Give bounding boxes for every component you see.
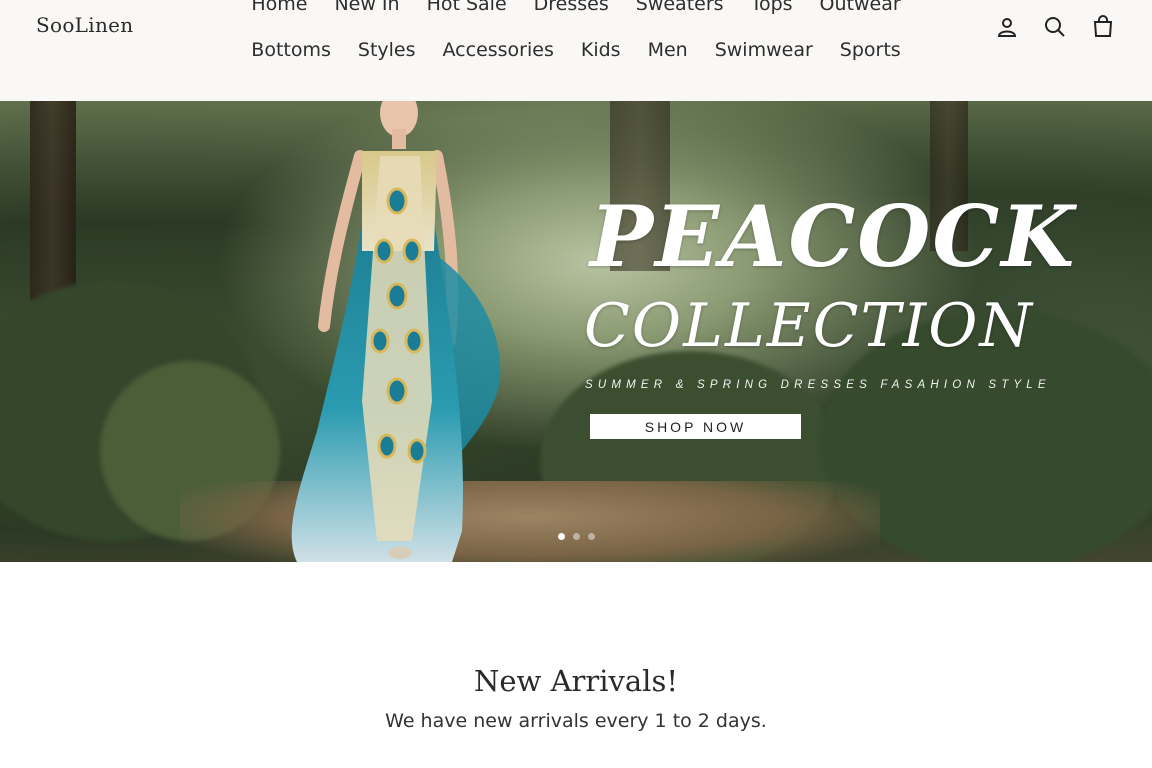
slideshow-dots [558, 533, 595, 540]
nav-item-outwear[interactable]: Outwear [820, 0, 901, 17]
model-image [291, 101, 501, 562]
account-icon[interactable] [994, 14, 1020, 40]
nav-item-styles[interactable]: Styles [358, 37, 416, 63]
shop-now-button[interactable]: SHOP NOW [590, 414, 801, 439]
nav-item-hot-sale[interactable]: Hot Sale [427, 0, 507, 17]
nav-item-men[interactable]: Men [648, 37, 688, 63]
nav-item-kids[interactable]: Kids [581, 37, 621, 63]
nav-item-swimwear[interactable]: Swimwear [715, 37, 813, 63]
slide-dot-3[interactable] [588, 533, 595, 540]
nav-item-accessories[interactable]: Accessories [443, 37, 554, 63]
slide-dot-1[interactable] [558, 533, 565, 540]
hero-banner[interactable]: PEACOCK COLLECTION SUMMER & SPRING DRESS… [0, 101, 1152, 562]
header-icons [994, 14, 1116, 40]
new-arrivals-title: New Arrivals! [473, 664, 678, 698]
main-nav-row-2: Bottoms Styles Accessories Kids Men Swim… [0, 37, 1152, 63]
nav-item-home[interactable]: Home [251, 0, 307, 17]
nav-item-sweaters[interactable]: Sweaters [636, 0, 724, 17]
tree-trunk [30, 101, 76, 301]
nav-item-bottoms[interactable]: Bottoms [251, 37, 331, 63]
nav-item-new-in[interactable]: New In [334, 0, 399, 17]
nav-item-dresses[interactable]: Dresses [534, 0, 609, 17]
cart-icon[interactable] [1090, 14, 1116, 40]
slide-dot-2[interactable] [573, 533, 580, 540]
nav-item-sports[interactable]: Sports [840, 37, 901, 63]
hero-title: PEACOCK [590, 187, 1077, 286]
site-header: SooLinen Home New In Hot Sale Dresses Sw… [0, 0, 1152, 101]
main-nav-row-1: Home New In Hot Sale Dresses Sweaters To… [0, 0, 1152, 17]
nav-item-tops[interactable]: Tops [751, 0, 793, 17]
search-icon[interactable] [1042, 14, 1068, 40]
hero-subtitle: COLLECTION [584, 291, 1034, 361]
new-arrivals-subtitle: We have new arrivals every 1 to 2 days. [385, 710, 767, 732]
hero-tagline: SUMMER & SPRING DRESSES FASAHION STYLE [585, 379, 1051, 391]
